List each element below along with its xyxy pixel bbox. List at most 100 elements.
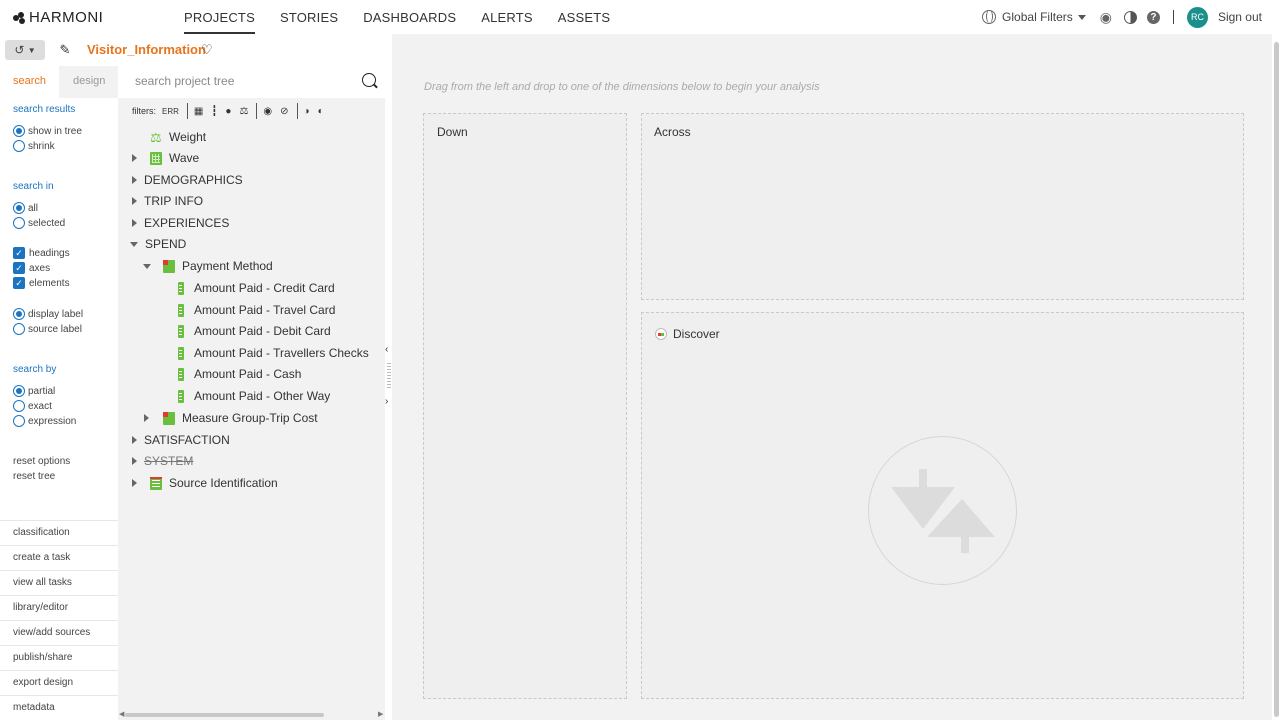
tab-design[interactable]: design xyxy=(73,75,105,87)
sign-out-link[interactable]: Sign out xyxy=(1218,10,1262,24)
tree-item-label: Amount Paid - Debit Card xyxy=(194,324,331,338)
search-icon[interactable] xyxy=(362,73,376,87)
tab-search[interactable]: search xyxy=(13,75,46,87)
resize-grip-icon[interactable] xyxy=(387,362,391,388)
tree-item-travel-card[interactable]: Amount Paid - Travel Card xyxy=(175,302,335,318)
checkbox-elements[interactable]: ✓ elements xyxy=(13,277,70,289)
help-icon[interactable]: ? xyxy=(1146,10,1160,24)
horizontal-scrollbar[interactable] xyxy=(125,713,324,717)
eye-slash-icon[interactable]: ⊘ xyxy=(280,106,288,117)
full-circle-icon[interactable]: ◐ xyxy=(318,106,324,117)
grid-filter-icon[interactable]: ▦ xyxy=(194,106,203,117)
radio-exact[interactable]: exact xyxy=(13,400,52,412)
radio-source-label[interactable]: source label xyxy=(13,323,82,335)
reset-options-link[interactable]: reset options xyxy=(13,456,70,467)
expand-arrow-icon[interactable] xyxy=(132,457,137,465)
tree-item-spend[interactable]: SPEND xyxy=(130,236,186,252)
classification-link[interactable]: classification xyxy=(13,527,70,538)
tree-item-debit-card[interactable]: Amount Paid - Debit Card xyxy=(175,323,331,339)
radio-expression[interactable]: expression xyxy=(13,415,76,427)
export-design-link[interactable]: export design xyxy=(13,677,73,688)
expand-arrow-icon[interactable] xyxy=(144,414,149,422)
error-filter-icon[interactable]: ERR xyxy=(162,107,179,116)
collapse-panel-icon[interactable]: ‹ xyxy=(385,344,388,355)
expand-arrow-icon[interactable] xyxy=(132,154,137,162)
project-title[interactable]: Visitor_Information xyxy=(87,42,206,57)
tree-item-system[interactable]: SYSTEM xyxy=(132,453,193,469)
nav-stories[interactable]: STORIES xyxy=(280,0,338,34)
radio-show-in-tree[interactable]: show in tree xyxy=(13,125,82,137)
create-task-link[interactable]: create a task xyxy=(13,552,70,563)
expand-arrow-icon[interactable] xyxy=(132,479,137,487)
tree-item-cash[interactable]: Amount Paid - Cash xyxy=(175,366,301,382)
divider xyxy=(0,520,118,521)
tree-item-other-way[interactable]: Amount Paid - Other Way xyxy=(175,388,330,404)
reset-tree-link[interactable]: reset tree xyxy=(13,471,55,482)
history-button[interactable]: ↺ ▼ xyxy=(5,40,45,60)
down-dropzone[interactable] xyxy=(423,113,627,699)
view-all-tasks-link[interactable]: view all tasks xyxy=(13,577,72,588)
globe-icon[interactable] xyxy=(982,10,997,24)
scroll-right-icon[interactable]: ▶ xyxy=(378,710,383,718)
global-filters-button[interactable]: Global Filters xyxy=(1002,10,1073,24)
across-dropzone[interactable] xyxy=(641,113,1244,300)
radio-all[interactable]: all xyxy=(13,202,38,214)
avatar[interactable]: RC xyxy=(1186,6,1208,28)
half-circle-icon[interactable]: ◑ xyxy=(304,106,310,117)
scroll-left-icon[interactable]: ◀ xyxy=(119,710,124,718)
edit-button[interactable]: ✎ xyxy=(51,40,79,60)
expand-arrow-icon[interactable] xyxy=(132,436,137,444)
eye-icon[interactable]: ◉ xyxy=(263,106,272,117)
checkbox-axes[interactable]: ✓ axes xyxy=(13,262,50,274)
tree-item-label: Wave xyxy=(169,151,200,165)
publish-share-link[interactable]: publish/share xyxy=(13,652,72,663)
tree-item-weight[interactable]: ⚖ Weight xyxy=(150,129,206,145)
metadata-link[interactable]: metadata xyxy=(13,702,55,713)
view-add-sources-link[interactable]: view/add sources xyxy=(13,627,90,638)
location-pin-icon[interactable]: ● xyxy=(225,106,231,117)
eye-icon[interactable]: ◉ xyxy=(1100,9,1112,26)
expand-arrow-icon[interactable] xyxy=(132,197,137,205)
nav-projects[interactable]: PROJECTS xyxy=(184,0,255,34)
expand-panel-icon[interactable]: › xyxy=(385,396,388,407)
tree-item-source-identification[interactable]: Source Identification xyxy=(132,475,278,491)
tree-item-credit-card[interactable]: Amount Paid - Credit Card xyxy=(175,280,335,296)
collapse-arrow-icon[interactable] xyxy=(143,263,151,269)
ruler-filter-icon[interactable]: ┇ xyxy=(211,106,217,117)
tree-item-payment-method[interactable]: Payment Method xyxy=(143,258,273,274)
nav-assets[interactable]: ASSETS xyxy=(558,0,611,34)
radio-label: partial xyxy=(28,385,56,397)
tree-item-trip-cost[interactable]: Measure Group-Trip Cost xyxy=(144,410,318,426)
radio-label: selected xyxy=(28,217,66,229)
search-input[interactable] xyxy=(135,74,355,88)
search-by-heading: search by xyxy=(13,364,57,375)
tree-item-wave[interactable]: Wave xyxy=(132,150,199,166)
radio-selected[interactable]: selected xyxy=(13,217,65,229)
radio-shrink[interactable]: shrink xyxy=(13,140,55,152)
expand-arrow-icon[interactable] xyxy=(132,176,137,184)
nav-alerts[interactable]: ALERTS xyxy=(481,0,533,34)
scale-icon: ⚖ xyxy=(150,129,162,145)
scrollbar-thumb[interactable] xyxy=(1274,42,1279,717)
scale-filter-icon[interactable]: ⚖ xyxy=(239,106,248,117)
nav-dashboards[interactable]: DASHBOARDS xyxy=(363,0,456,34)
vertical-scrollbar[interactable] xyxy=(1272,34,1280,720)
tree-item-demographics[interactable]: DEMOGRAPHICS xyxy=(132,172,243,188)
radio-partial[interactable]: partial xyxy=(13,385,55,397)
harmoni-logo[interactable]: HARMONI xyxy=(13,9,103,26)
tree-item-travellers-checks[interactable]: Amount Paid - Travellers Checks xyxy=(175,345,369,361)
favorite-heart-icon[interactable]: ♡ xyxy=(201,42,213,58)
multi-variable-icon xyxy=(163,411,175,425)
tree-item-satisfaction[interactable]: SATISFACTION xyxy=(132,432,230,448)
collapse-arrow-icon[interactable] xyxy=(130,241,138,247)
expand-arrow-icon[interactable] xyxy=(132,219,137,227)
chevron-down-icon[interactable] xyxy=(1077,14,1086,20)
tree-item-trip-info[interactable]: TRIP INFO xyxy=(132,193,203,209)
checkbox-headings[interactable]: ✓ headings xyxy=(13,247,70,259)
radio-display-label[interactable]: display label xyxy=(13,308,83,320)
library-editor-link[interactable]: library/editor xyxy=(13,602,68,613)
tree-item-experiences[interactable]: EXPERIENCES xyxy=(132,215,229,231)
divider xyxy=(0,620,118,621)
contrast-icon[interactable] xyxy=(1123,10,1137,24)
checkmark-icon: ✓ xyxy=(13,262,25,274)
